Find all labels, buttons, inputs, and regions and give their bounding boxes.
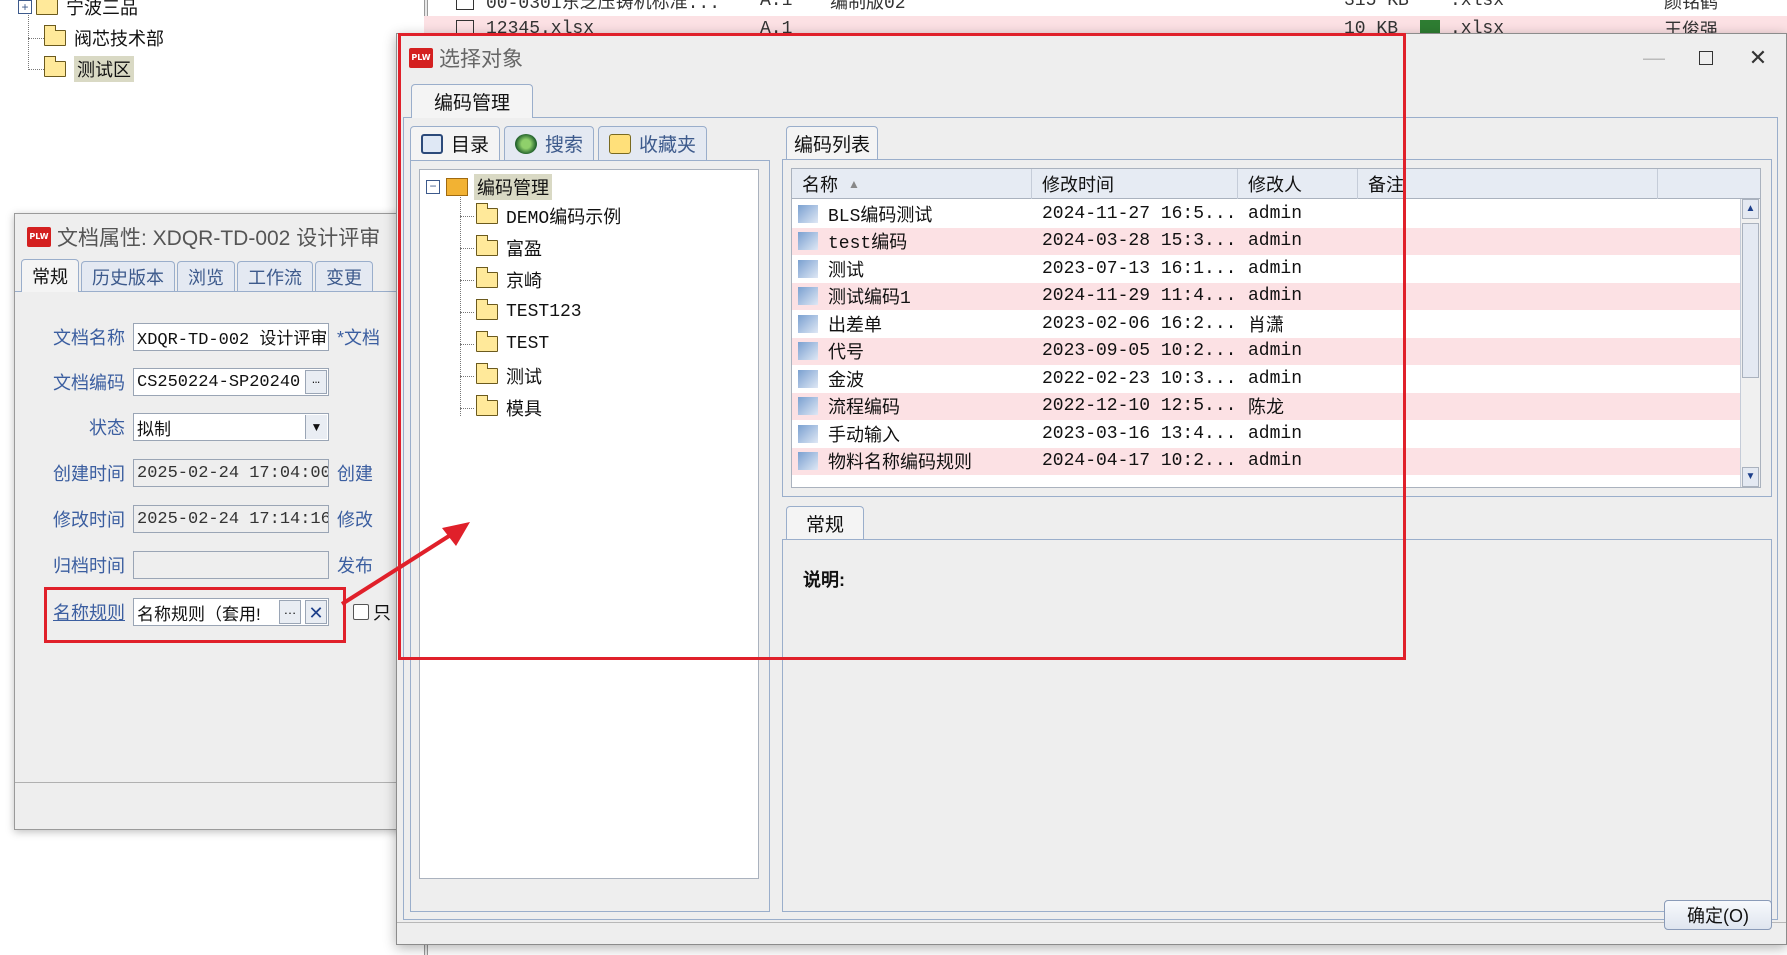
arrow-line <box>340 527 462 606</box>
annotation-arrow <box>340 522 470 606</box>
arrow-head <box>442 522 470 546</box>
